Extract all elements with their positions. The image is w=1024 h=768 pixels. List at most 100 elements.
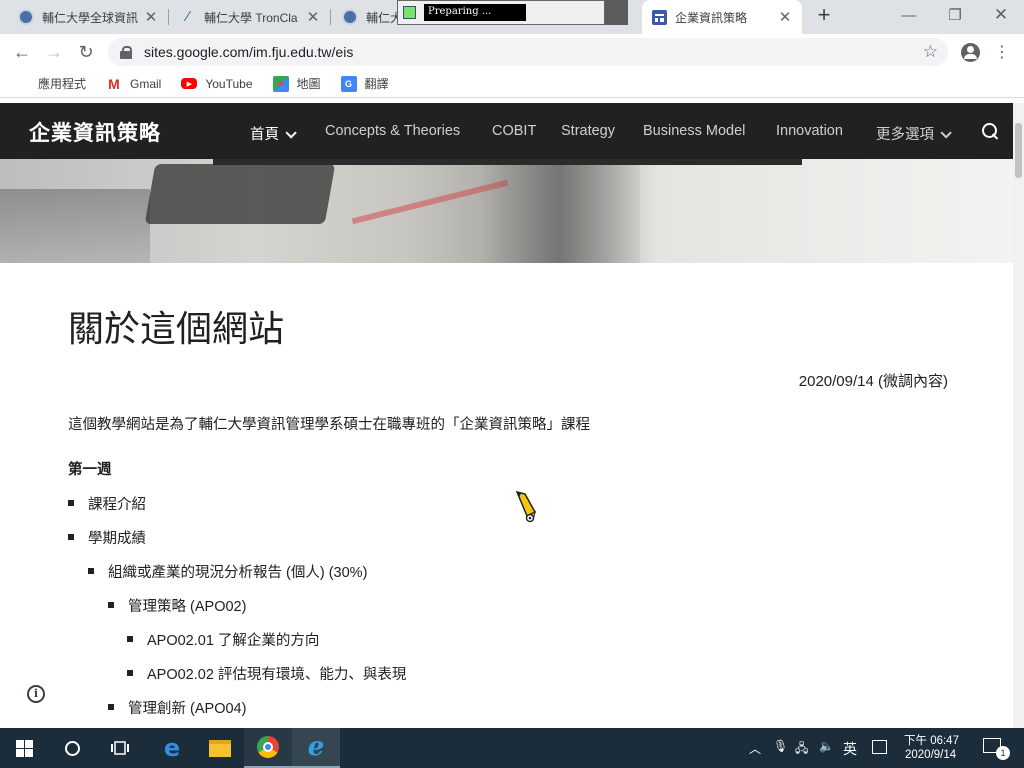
action-center-button[interactable]: 1	[983, 738, 1010, 760]
maps-icon: ●	[272, 75, 289, 92]
scrollbar-thumb[interactable]	[1015, 123, 1022, 178]
youtube-icon: ▶	[181, 78, 198, 89]
status-square-icon	[403, 6, 416, 19]
taskbar-chrome[interactable]	[244, 728, 292, 768]
list-item: 課程介紹	[68, 493, 146, 514]
week-heading: 第一週	[68, 462, 112, 478]
cortana-search-button[interactable]	[48, 728, 96, 768]
volume-icon[interactable]: 🔈	[819, 739, 834, 753]
update-date: 2020/09/14 (微調內容)	[798, 373, 948, 390]
nav-business-model[interactable]: Business Model	[643, 123, 745, 139]
info-icon[interactable]: i	[27, 685, 45, 703]
chrome-icon	[257, 736, 279, 758]
intro-paragraph: 這個教學網站是為了輔仁大學資訊管理學系碩士在職專班的「企業資訊策略」課程	[68, 417, 590, 433]
ime-pad-icon[interactable]	[872, 740, 887, 754]
bookmark-label: 翻譯	[364, 77, 389, 91]
preparing-text: Preparing ...	[424, 4, 526, 21]
bookmark-label: 地圖	[296, 77, 321, 91]
tab-troncla[interactable]: ⁄ 輔仁大學 TronCla ✕	[170, 0, 330, 34]
nav-strategy[interactable]: Strategy	[561, 123, 615, 139]
tab-fju-global[interactable]: 輔仁大學全球資訊 ✕	[8, 0, 168, 34]
notification-icon: 1	[983, 738, 1010, 760]
notification-count: 1	[996, 746, 1010, 760]
url-text[interactable]: sites.google.com/im.fju.edu.tw/eis	[144, 44, 923, 60]
nav-concepts-theories[interactable]: Concepts & Theories	[325, 123, 460, 139]
bookmark-youtube[interactable]: ▶ YouTube	[181, 76, 253, 91]
lock-icon[interactable]	[120, 45, 132, 59]
clock-time[interactable]: 下午 06:47	[904, 732, 959, 748]
folder-icon	[209, 739, 231, 757]
network-icon[interactable]: 🖧	[795, 739, 808, 760]
windows-logo-icon	[15, 739, 33, 757]
ime-indicator[interactable]: 英	[843, 739, 857, 759]
reload-button[interactable]: ↻	[74, 40, 98, 64]
nav-label: 首頁	[250, 127, 279, 143]
close-icon[interactable]: ✕	[144, 8, 158, 26]
bookmark-label: YouTube	[205, 76, 253, 91]
taskbar-ie[interactable]: e	[292, 728, 340, 768]
edge-icon: e	[163, 734, 181, 762]
close-icon[interactable]: ✕	[778, 8, 792, 26]
tray-expand-icon[interactable]: ︿	[749, 740, 761, 757]
list-item: 管理策略 (APO02)	[107, 595, 246, 616]
nav-home[interactable]: 首頁	[250, 123, 297, 144]
site-header: 企業資訊策略 首頁 Concepts & Theories COBIT Stra…	[0, 103, 1013, 159]
profile-button[interactable]	[958, 40, 982, 64]
taskbar-file-explorer[interactable]	[196, 728, 244, 768]
address-bar[interactable]: sites.google.com/im.fju.edu.tw/eis ☆	[108, 38, 948, 66]
menu-button[interactable]: ⋮	[990, 40, 1014, 64]
bookmark-translate[interactable]: G 翻譯	[340, 75, 389, 92]
taskbar-edge[interactable]: e	[148, 728, 196, 768]
page-title: 關於這個網站	[68, 309, 285, 350]
bookmark-star-icon[interactable]: ☆	[923, 42, 938, 62]
minimize-button[interactable]: —	[886, 0, 932, 30]
preparing-overlay: Preparing ...	[397, 0, 605, 25]
pencil-cursor-icon	[515, 490, 537, 523]
apps-grid-icon	[14, 76, 30, 92]
search-icon[interactable]	[980, 121, 1000, 141]
tab-title: 企業資訊策略	[675, 10, 748, 25]
bookmark-maps[interactable]: ● 地圖	[272, 75, 321, 92]
chevron-down-icon	[940, 127, 952, 139]
clock-date[interactable]: 2020/9/14	[905, 749, 956, 761]
tab-title: 輔仁大學 TronCla	[204, 10, 298, 25]
fju-logo-icon	[342, 9, 358, 25]
restore-button[interactable]: ❐	[932, 0, 978, 30]
browser-tab-strip: 輔仁大學全球資訊 ✕ ⁄ 輔仁大學 TronCla ✕ 輔仁大 ✕ 企業資訊策略…	[0, 0, 1024, 34]
bookmark-gmail[interactable]: M Gmail	[106, 76, 161, 92]
tab-title: 輔仁大學全球資訊	[42, 10, 138, 25]
forward-button[interactable]: →	[42, 40, 66, 64]
list-item: APO02.01 了解企業的方向	[126, 629, 319, 650]
task-view-icon	[111, 741, 129, 755]
account-icon	[960, 42, 980, 62]
start-button[interactable]	[0, 728, 48, 768]
bookmarks-bar: 應用程式 M Gmail ▶ YouTube ● 地圖 G 翻譯	[0, 70, 1024, 98]
windows-taskbar: e e ︿ 🎙 🖧 🔈 英 下午 06:47 2020/9/14 1	[0, 728, 1024, 768]
nav-more-options[interactable]: 更多選項	[876, 123, 952, 144]
bookmark-label: Gmail	[130, 76, 162, 91]
translate-icon: G	[340, 75, 357, 92]
header-banner-image	[0, 159, 1013, 263]
list-item: 組織或產業的現況分析報告 (個人) (30%)	[87, 561, 367, 582]
bookmark-apps[interactable]: 應用程式	[14, 75, 86, 92]
site-title[interactable]: 企業資訊策略	[29, 117, 161, 147]
chevron-down-icon[interactable]	[285, 127, 297, 139]
cortana-circle-icon	[64, 740, 80, 756]
nav-cobit[interactable]: COBIT	[492, 123, 536, 139]
microphone-icon[interactable]: 🎙	[773, 739, 788, 753]
back-button[interactable]: ←	[10, 40, 34, 64]
google-sites-icon	[652, 9, 667, 25]
close-window-button[interactable]: ✕	[978, 0, 1024, 30]
tab-eis-active[interactable]: 企業資訊策略 ✕	[642, 0, 802, 34]
list-item: 學期成績	[68, 527, 146, 548]
list-item: 管理創新 (APO04)	[107, 697, 246, 718]
nav-label: 更多選項	[876, 127, 934, 143]
fju-logo-icon	[18, 9, 34, 25]
task-view-button[interactable]	[96, 728, 144, 768]
nav-innovation[interactable]: Innovation	[776, 123, 843, 139]
page-scrollbar[interactable]	[1013, 103, 1024, 728]
overlay-edge	[605, 0, 628, 25]
list-item: APO02.02 評估現有環境、能力、與表現	[126, 663, 406, 684]
close-icon[interactable]: ✕	[306, 8, 320, 26]
new-tab-button[interactable]: +	[812, 4, 836, 28]
